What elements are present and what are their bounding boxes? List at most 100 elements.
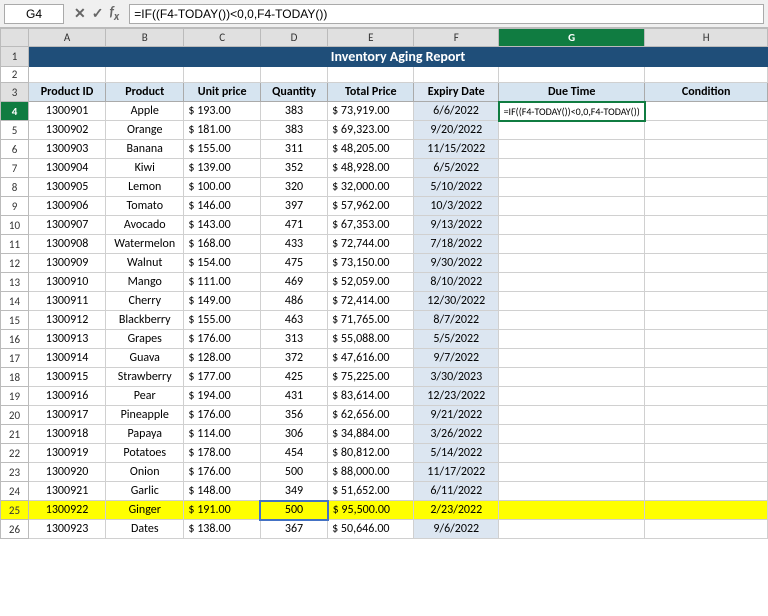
cell-unit-price[interactable]: $ 100.00 xyxy=(184,178,260,197)
cell-unit-price[interactable]: $ 193.00 xyxy=(184,102,260,121)
cell-total-price[interactable]: $ 72,744.00 xyxy=(328,235,414,254)
cell-quantity[interactable]: 320 xyxy=(260,178,327,197)
cell-unit-price[interactable]: $ 114.00 xyxy=(184,425,260,444)
cell-total-price[interactable]: $ 51,652.00 xyxy=(328,482,414,501)
cell-product-id[interactable]: 1300909 xyxy=(29,254,106,273)
cell-product-id[interactable]: 1300905 xyxy=(29,178,106,197)
cell-quantity[interactable]: 367 xyxy=(260,520,327,539)
cell-product[interactable]: Pineapple xyxy=(106,406,184,425)
cell-total-price[interactable]: $ 75,225.00 xyxy=(328,368,414,387)
cell-product[interactable]: Ginger xyxy=(106,501,184,520)
cell-product[interactable]: Avocado xyxy=(106,216,184,235)
cell-total-price[interactable]: $ 62,656.00 xyxy=(328,406,414,425)
cell-product[interactable]: Banana xyxy=(106,140,184,159)
cell-product-id[interactable]: 1300921 xyxy=(29,482,106,501)
cell-product-id[interactable]: 1300908 xyxy=(29,235,106,254)
cell-product-id[interactable]: 1300919 xyxy=(29,444,106,463)
cancel-icon[interactable]: ✕ xyxy=(74,5,86,22)
cell-condition[interactable] xyxy=(645,501,768,520)
cell-product[interactable]: Garlic xyxy=(106,482,184,501)
cell-condition[interactable] xyxy=(645,159,768,178)
cell-unit-price[interactable]: $ 168.00 xyxy=(184,235,260,254)
cell-quantity[interactable]: 425 xyxy=(260,368,327,387)
cell-product-id[interactable]: 1300902 xyxy=(29,121,106,140)
cell-condition[interactable] xyxy=(645,140,768,159)
cell-quantity[interactable]: 311 xyxy=(260,140,327,159)
cell-due-time[interactable] xyxy=(499,121,645,140)
cell-due-time[interactable] xyxy=(499,311,645,330)
cell-product-id[interactable]: 1300912 xyxy=(29,311,106,330)
cell-expiry-date[interactable]: 5/5/2022 xyxy=(414,330,499,349)
cell-expiry-date[interactable]: 9/6/2022 xyxy=(414,520,499,539)
cell-unit-price[interactable]: $ 111.00 xyxy=(184,273,260,292)
cell-condition[interactable] xyxy=(645,463,768,482)
cell-quantity[interactable]: 454 xyxy=(260,444,327,463)
cell-expiry-date[interactable]: 6/5/2022 xyxy=(414,159,499,178)
cell-2G[interactable] xyxy=(499,67,645,83)
cell-total-price[interactable]: $ 57,962.00 xyxy=(328,197,414,216)
cell-product-id[interactable]: 1300922 xyxy=(29,501,106,520)
cell-product[interactable]: Strawberry xyxy=(106,368,184,387)
cell-condition[interactable] xyxy=(645,406,768,425)
cell-product-id[interactable]: 1300906 xyxy=(29,197,106,216)
cell-condition[interactable] xyxy=(645,102,768,121)
cell-expiry-date[interactable]: 9/21/2022 xyxy=(414,406,499,425)
cell-due-time[interactable] xyxy=(499,330,645,349)
cell-total-price[interactable]: $ 83,614.00 xyxy=(328,387,414,406)
cell-condition[interactable] xyxy=(645,444,768,463)
cell-quantity[interactable]: 463 xyxy=(260,311,327,330)
cell-due-time[interactable] xyxy=(499,140,645,159)
cell-due-time[interactable] xyxy=(499,482,645,501)
cell-unit-price[interactable]: $ 139.00 xyxy=(184,159,260,178)
cell-expiry-date[interactable]: 5/10/2022 xyxy=(414,178,499,197)
cell-product[interactable]: Blackberry xyxy=(106,311,184,330)
cell-unit-price[interactable]: $ 176.00 xyxy=(184,463,260,482)
cell-unit-price[interactable]: $ 194.00 xyxy=(184,387,260,406)
cell-quantity[interactable]: 349 xyxy=(260,482,327,501)
cell-due-time[interactable] xyxy=(499,520,645,539)
col-header-D[interactable]: D xyxy=(260,29,327,47)
cell-due-time[interactable] xyxy=(499,349,645,368)
cell-expiry-date[interactable]: 9/30/2022 xyxy=(414,254,499,273)
cell-2H[interactable] xyxy=(645,67,768,83)
cell-product-id[interactable]: 1300916 xyxy=(29,387,106,406)
cell-2F[interactable] xyxy=(414,67,499,83)
cell-quantity[interactable]: 397 xyxy=(260,197,327,216)
cell-total-price[interactable]: $ 55,088.00 xyxy=(328,330,414,349)
cell-condition[interactable] xyxy=(645,482,768,501)
cell-expiry-date[interactable]: 11/15/2022 xyxy=(414,140,499,159)
cell-unit-price[interactable]: $ 143.00 xyxy=(184,216,260,235)
cell-due-time[interactable] xyxy=(499,463,645,482)
cell-reference-box[interactable] xyxy=(4,4,64,24)
cell-unit-price[interactable]: $ 181.00 xyxy=(184,121,260,140)
cell-unit-price[interactable]: $ 176.00 xyxy=(184,330,260,349)
cell-total-price[interactable]: $ 72,414.00 xyxy=(328,292,414,311)
cell-expiry-date[interactable]: 8/7/2022 xyxy=(414,311,499,330)
cell-condition[interactable] xyxy=(645,178,768,197)
cell-total-price[interactable]: $ 48,205.00 xyxy=(328,140,414,159)
cell-due-time[interactable] xyxy=(499,368,645,387)
cell-due-time[interactable] xyxy=(499,501,645,520)
cell-total-price[interactable]: $ 47,616.00 xyxy=(328,349,414,368)
cell-unit-price[interactable]: $ 146.00 xyxy=(184,197,260,216)
col-header-B[interactable]: B xyxy=(106,29,184,47)
cell-unit-price[interactable]: $ 178.00 xyxy=(184,444,260,463)
cell-2B[interactable] xyxy=(106,67,184,83)
cell-unit-price[interactable]: $ 128.00 xyxy=(184,349,260,368)
cell-quantity[interactable]: 372 xyxy=(260,349,327,368)
cell-product[interactable]: Lemon xyxy=(106,178,184,197)
cell-due-time[interactable] xyxy=(499,159,645,178)
cell-condition[interactable] xyxy=(645,349,768,368)
cell-product[interactable]: Watermelon xyxy=(106,235,184,254)
cell-condition[interactable] xyxy=(645,387,768,406)
cell-quantity[interactable]: 383 xyxy=(260,121,327,140)
cell-2C[interactable] xyxy=(184,67,260,83)
cell-condition[interactable] xyxy=(645,254,768,273)
cell-product-id[interactable]: 1300904 xyxy=(29,159,106,178)
cell-condition[interactable] xyxy=(645,197,768,216)
cell-product-id[interactable]: 1300915 xyxy=(29,368,106,387)
cell-total-price[interactable]: $ 95,500.00 xyxy=(328,501,414,520)
cell-product-id[interactable]: 1300914 xyxy=(29,349,106,368)
cell-product[interactable]: Grapes xyxy=(106,330,184,349)
cell-expiry-date[interactable]: 10/3/2022 xyxy=(414,197,499,216)
